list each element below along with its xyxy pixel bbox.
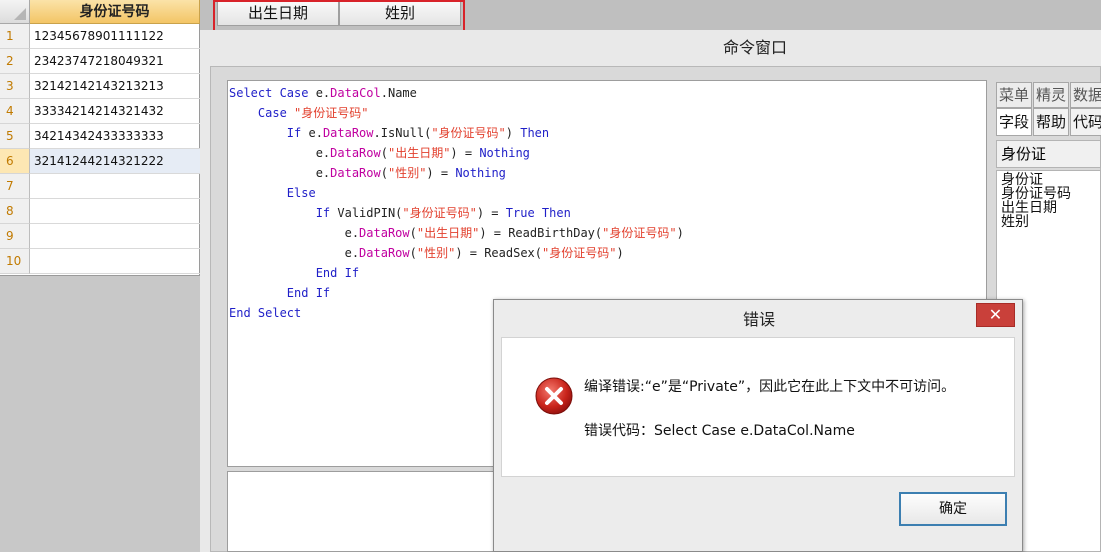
helper-tab-fields[interactable]: 字段 bbox=[996, 108, 1032, 136]
row-number-selected[interactable]: 6 bbox=[0, 149, 30, 174]
field-item[interactable]: 姓别 bbox=[1001, 215, 1100, 229]
grid-cell[interactable]: 32142142143213213 bbox=[30, 74, 200, 99]
grid-cell-selected[interactable]: 32141244214321222 bbox=[30, 149, 200, 174]
grid-cell[interactable]: 33334214214321432 bbox=[30, 99, 200, 124]
row-number[interactable]: 10 bbox=[0, 249, 30, 274]
row-number[interactable]: 3 bbox=[0, 74, 30, 99]
field-selector[interactable]: 身份证 bbox=[996, 140, 1101, 168]
grid-cell[interactable] bbox=[30, 249, 200, 274]
code-text: Select Case e.DataCol.Name Case "身份证号码" … bbox=[229, 86, 684, 320]
grid-cell[interactable]: 34214342433333333 bbox=[30, 124, 200, 149]
highlight-box bbox=[213, 0, 465, 32]
row-number[interactable]: 5 bbox=[0, 124, 30, 149]
grid-cell[interactable] bbox=[30, 224, 200, 249]
command-window-title: 命令窗口 bbox=[722, 38, 787, 57]
grid-cell[interactable]: 12345678901111122 bbox=[30, 24, 200, 49]
row-number[interactable]: 4 bbox=[0, 99, 30, 124]
field-item[interactable]: 身份证号码 bbox=[1001, 187, 1100, 201]
helper-tab-menu[interactable]: 菜单 bbox=[996, 82, 1032, 108]
grid-cell[interactable] bbox=[30, 199, 200, 224]
grid-cell[interactable]: 23423747218049321 bbox=[30, 49, 200, 74]
error-message: 编译错误:“e”是“Private”，因此它在此上下文中不可访问。 bbox=[584, 379, 956, 395]
grid-select-all-corner[interactable] bbox=[0, 0, 30, 24]
row-number[interactable]: 8 bbox=[0, 199, 30, 224]
grid-cell[interactable] bbox=[30, 174, 200, 199]
error-code: 错误代码：Select Case e.DataCol.Name bbox=[584, 423, 855, 439]
helper-tab-code[interactable]: 代码 bbox=[1070, 108, 1101, 136]
row-number[interactable]: 2 bbox=[0, 49, 30, 74]
error-icon bbox=[534, 376, 574, 420]
helper-tab-wizard[interactable]: 精灵 bbox=[1033, 82, 1069, 108]
dialog-title: 错误 bbox=[742, 310, 775, 329]
row-number[interactable]: 9 bbox=[0, 224, 30, 249]
close-button[interactable]: ✕ bbox=[976, 303, 1015, 327]
field-item[interactable]: 身份证 bbox=[1001, 173, 1100, 187]
ok-button[interactable]: 确定 bbox=[899, 492, 1007, 526]
row-number[interactable]: 1 bbox=[0, 24, 30, 49]
helper-tab-data[interactable]: 数据 bbox=[1070, 82, 1101, 108]
helper-tab-help[interactable]: 帮助 bbox=[1033, 108, 1069, 136]
dialog-body bbox=[501, 337, 1015, 477]
grid-column-header[interactable]: 身份证号码 bbox=[30, 0, 200, 24]
row-number[interactable]: 7 bbox=[0, 174, 30, 199]
field-item[interactable]: 出生日期 bbox=[1001, 201, 1100, 215]
